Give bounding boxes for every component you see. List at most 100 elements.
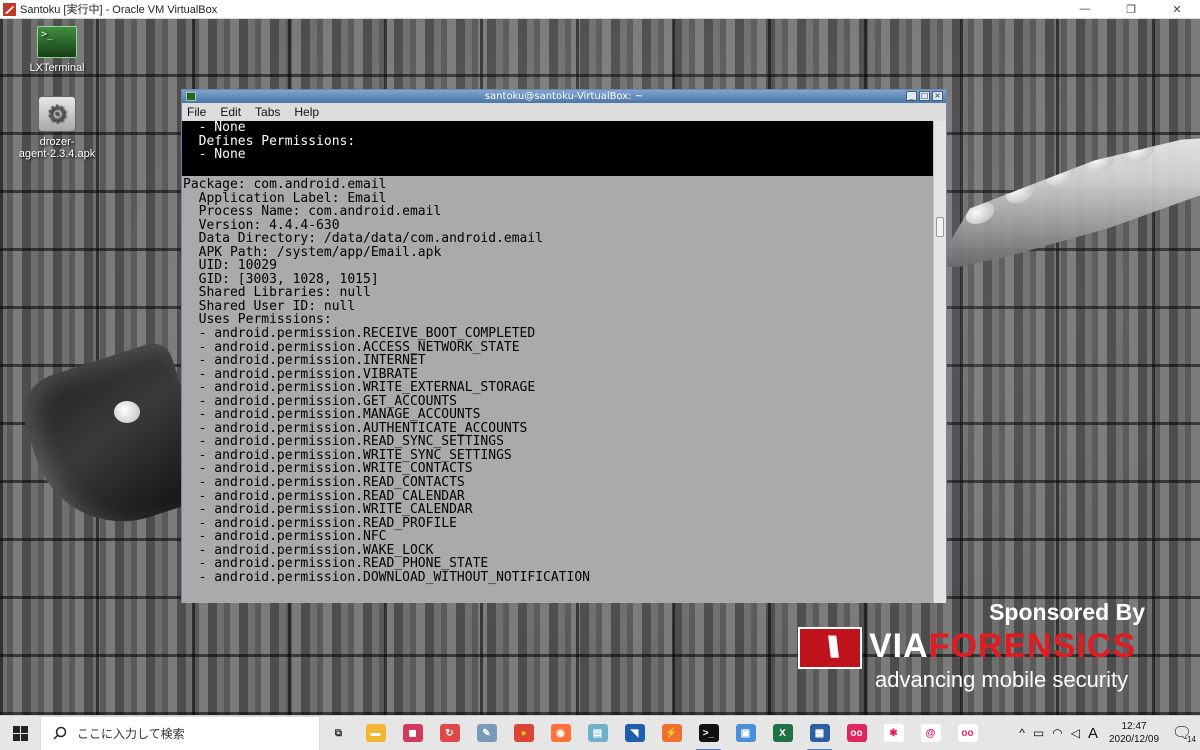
slack-icon: ✱ xyxy=(883,724,904,742)
guest-desktop: >_ LXTerminal ⚙ drozer- agent-2.3.4.apk … xyxy=(0,19,1200,715)
terminal-icon: >_ xyxy=(37,26,77,58)
app-notes-icon: ▤ xyxy=(587,724,608,742)
taskbar-app-app-oo2[interactable]: oo xyxy=(949,716,986,750)
brand-forensics: FORENSICS xyxy=(928,627,1137,665)
close-button[interactable]: ✕ xyxy=(1154,0,1200,19)
ime-indicator[interactable]: A xyxy=(1088,725,1098,742)
terminal-line: - android.permission.RECEIVE_BOOT_COMPLE… xyxy=(183,326,536,342)
notification-center-button[interactable]: 🗨 14 xyxy=(1170,721,1196,745)
terminal-line: - android.permission.READ_SYNC_SETTINGS xyxy=(183,434,504,450)
start-button[interactable] xyxy=(0,716,40,750)
virtualbox-titlebar: Santoku [実行中] - Oracle VM VirtualBox — ❐… xyxy=(0,0,1200,19)
terminal-output[interactable]: - None Defines Permissions: - None Packa… xyxy=(182,121,934,603)
terminal-line: UID: 10029 xyxy=(183,258,277,274)
taskbar-app-slack[interactable]: ✱ xyxy=(875,716,912,750)
taskbar-app-app-red[interactable]: ◼ xyxy=(394,716,431,750)
taskbar-app-app-photos[interactable]: ▣ xyxy=(727,716,764,750)
terminal-output-black: - None Defines Permissions: - None xyxy=(182,121,934,176)
restore-button[interactable]: ❐ xyxy=(1108,0,1154,19)
terminal-line: Package: com.android.email xyxy=(183,177,387,192)
taskbar-app-file-explorer[interactable]: ▬ xyxy=(357,716,394,750)
terminal-line: Process Name: com.android.email xyxy=(183,204,442,220)
viaforensics-logo-icon: \\\ xyxy=(798,627,862,669)
taskbar-app-app-debian[interactable]: @ xyxy=(912,716,949,750)
chrome-icon: ● xyxy=(513,724,534,742)
notification-count: 14 xyxy=(1187,735,1196,744)
terminal-icon: >_ xyxy=(698,724,719,742)
desktop-icon-drozer-apk[interactable]: ⚙ drozer- agent-2.3.4.apk xyxy=(12,96,102,160)
clock-date: 2020/12/09 xyxy=(1108,734,1160,745)
terminal-line: Version: 4.4.4-630 xyxy=(183,217,340,233)
app-wireshark-icon: ◥ xyxy=(624,724,645,742)
terminal-line: - android.permission.WRITE_SYNC_SETTINGS xyxy=(183,447,512,463)
taskbar-app-app-burp[interactable]: ⚡ xyxy=(653,716,690,750)
desktop-icon-label: drozer- agent-2.3.4.apk xyxy=(18,136,96,160)
taskbar-app-app-feather[interactable]: ✎ xyxy=(468,716,505,750)
terminal-line: - android.permission.MANAGE_ACCOUNTS xyxy=(183,407,481,423)
taskbar-app-app-oo[interactable]: oo xyxy=(838,716,875,750)
sponsor-tagline: advancing mobile security xyxy=(875,667,1129,692)
terminal-icon xyxy=(186,92,196,101)
windows-logo-icon xyxy=(12,725,28,741)
app-photos-icon: ▣ xyxy=(735,724,756,742)
menu-file[interactable]: File xyxy=(187,105,206,119)
terminal-minimize-button[interactable]: _ xyxy=(906,91,917,101)
lxterminal-window[interactable]: santoku@santoku-VirtualBox: ~ _ □ × File… xyxy=(181,89,947,603)
virtualbox-icon: ▦ xyxy=(809,724,830,742)
taskbar-search-box[interactable]: ここに入力して検索 xyxy=(40,715,320,750)
terminal-line: - android.permission.AUTHENTICATE_ACCOUN… xyxy=(183,420,528,436)
taskbar-app-firefox[interactable]: ◉ xyxy=(542,716,579,750)
taskbar-clock[interactable]: 12:47 2020/12/09 xyxy=(1106,720,1162,746)
battery-icon[interactable]: ▭ xyxy=(1033,726,1044,740)
terminal-scrollbar[interactable] xyxy=(933,121,946,603)
terminal-maximize-button[interactable]: □ xyxy=(919,91,930,101)
terminal-line: - android.permission.WRITE_CALENDAR xyxy=(183,502,473,518)
terminal-line: - android.permission.READ_PHONE_STATE xyxy=(183,556,489,572)
taskbar-app-app-sync[interactable]: ↻ xyxy=(431,716,468,750)
file-explorer-icon: ▬ xyxy=(365,724,386,742)
desktop-icon-lxterminal[interactable]: >_ LXTerminal xyxy=(12,26,102,74)
taskbar-app-task-view[interactable]: ⧉ xyxy=(320,716,357,750)
tray-chevron-icon[interactable]: ^ xyxy=(1019,726,1025,740)
windows-taskbar: ここに入力して検索 ⧉ ▬ ◼ ↻ ✎ ● ◉ ▤ ◥ ⚡ >_ ▣ X ▦ oo ✱ @ oo ^ ▭ ◠ ◁ … xyxy=(0,715,1200,750)
terminal-line: Shared Libraries: null xyxy=(183,285,371,301)
terminal-close-button[interactable]: × xyxy=(932,91,943,101)
menu-tabs[interactable]: Tabs xyxy=(255,105,280,119)
terminal-line: - android.permission.WRITE_CONTACTS xyxy=(183,461,473,477)
terminal-line: - android.permission.READ_CALENDAR xyxy=(183,488,465,504)
scrollbar-thumb[interactable] xyxy=(936,217,944,237)
terminal-line: GID: [3003, 1028, 1015] xyxy=(183,271,379,287)
terminal-menubar: File Edit Tabs Help xyxy=(182,103,946,121)
taskbar-apps: ⧉ ▬ ◼ ↻ ✎ ● ◉ ▤ ◥ ⚡ >_ ▣ X ▦ oo ✱ @ oo xyxy=(320,716,986,750)
taskbar-app-app-wireshark[interactable]: ◥ xyxy=(616,716,653,750)
terminal-line: - None xyxy=(183,121,246,135)
firefox-icon: ◉ xyxy=(550,724,571,742)
sponsor-brand: VIAFORENSICS xyxy=(869,627,1136,666)
terminal-line: - android.permission.DOWNLOAD_WITHOUT_NO… xyxy=(183,569,590,585)
terminal-line: - android.permission.NFC xyxy=(183,529,387,545)
terminal-titlebar[interactable]: santoku@santoku-VirtualBox: ~ _ □ × xyxy=(182,90,946,103)
taskbar-app-chrome[interactable]: ● xyxy=(505,716,542,750)
knife-blade-wallpaper xyxy=(935,137,1200,267)
wifi-icon[interactable]: ◠ xyxy=(1052,726,1062,740)
app-burp-icon: ⚡ xyxy=(661,724,682,742)
taskbar-app-app-notes[interactable]: ▤ xyxy=(579,716,616,750)
terminal-line: Shared User ID: null xyxy=(183,298,356,314)
volume-icon[interactable]: ◁ xyxy=(1071,726,1080,740)
terminal-line: - android.permission.WRITE_EXTERNAL_STOR… xyxy=(183,380,536,396)
menu-edit[interactable]: Edit xyxy=(220,105,241,119)
minimize-button[interactable]: — xyxy=(1062,0,1108,19)
terminal-line: - android.permission.ACCESS_NETWORK_STAT… xyxy=(183,339,520,355)
taskbar-app-terminal[interactable]: >_ xyxy=(690,716,727,750)
menu-help[interactable]: Help xyxy=(294,105,319,119)
taskbar-app-virtualbox[interactable]: ▦ xyxy=(801,716,838,750)
taskbar-app-excel[interactable]: X xyxy=(764,716,801,750)
app-red-icon: ◼ xyxy=(402,724,423,742)
window-title: Santoku [実行中] - Oracle VM VirtualBox xyxy=(20,4,218,16)
terminal-line: - android.permission.WAKE_LOCK xyxy=(183,542,434,558)
desktop-icon-label: LXTerminal xyxy=(29,62,85,74)
terminal-line: - android.permission.READ_PROFILE xyxy=(183,515,457,531)
app-oo-icon: oo xyxy=(846,724,867,742)
task-view-icon: ⧉ xyxy=(328,724,349,742)
terminal-line: Data Directory: /data/data/com.android.e… xyxy=(183,231,544,247)
